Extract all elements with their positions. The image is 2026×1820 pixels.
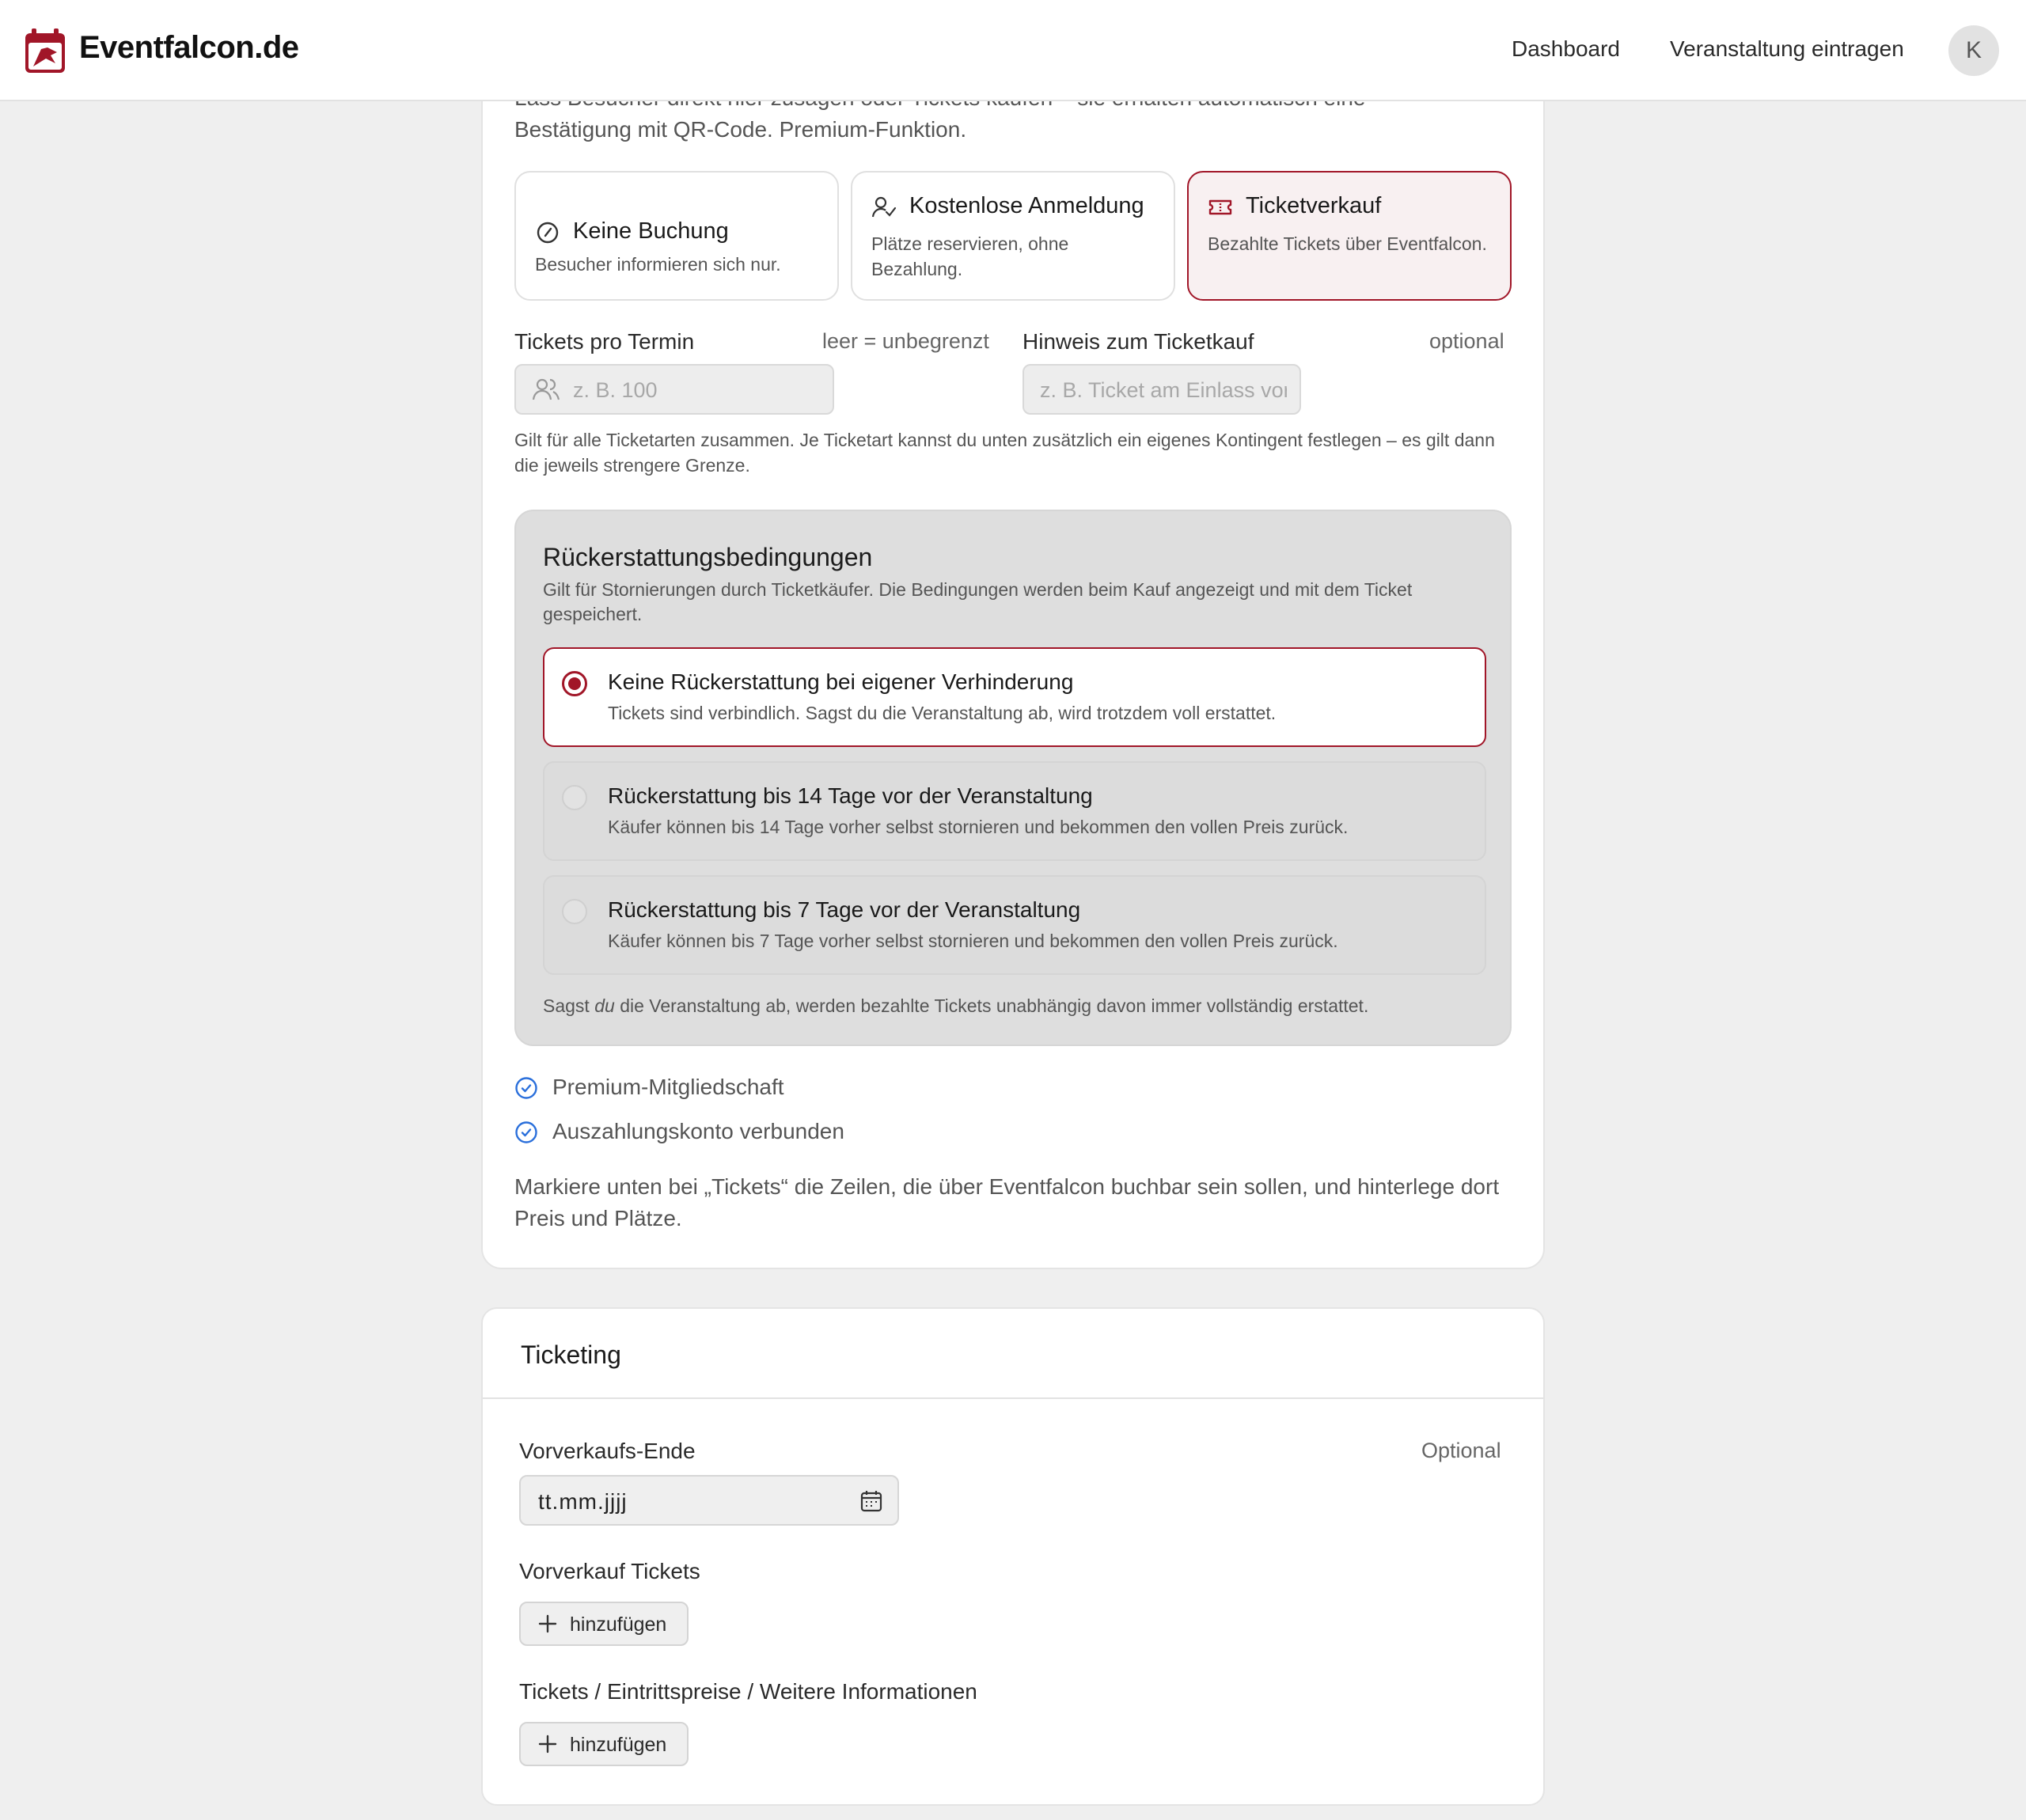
- ticket-note-placeholder: z. B. Ticket am Einlass vorzeigen: [1040, 378, 1287, 402]
- tickets-per-date-input[interactable]: z. B. 100: [514, 364, 834, 415]
- refund-footnote: Sagst du die Veranstaltung ab, werden be…: [543, 995, 1369, 1016]
- requirement-premium: Premium-Mitgliedschaft: [552, 1075, 784, 1099]
- tickets-prices-label: Tickets / Eintrittspreise / Weitere Info…: [519, 1679, 977, 1704]
- check-circle-icon: [515, 1121, 537, 1143]
- booking-option-none[interactable]: Keine Buchung Besucher informieren sich …: [514, 171, 839, 301]
- nav-add-event-link[interactable]: Veranstaltung eintragen: [1670, 36, 1904, 62]
- booking-option-free-registration[interactable]: Kostenlose Anmeldung Plätze reservieren,…: [851, 171, 1175, 301]
- refund-conditions-subtitle: Gilt für Stornierungen durch Ticketkäufe…: [543, 579, 1413, 624]
- user-avatar[interactable]: K: [1948, 25, 1999, 76]
- refund-conditions-panel: Rückerstattungsbedingungen Gilt für Stor…: [514, 510, 1512, 1046]
- booking-option-ticket-sale[interactable]: Ticketverkauf Bezahlte Tickets über Even…: [1187, 171, 1512, 301]
- presale-end-date-input[interactable]: tt.mm.jjjj: [519, 1475, 899, 1526]
- calendar-falcon-logo-icon[interactable]: [24, 27, 66, 74]
- tickets-per-date-label: Tickets pro Termin: [514, 329, 695, 354]
- presale-tickets-label: Vorverkauf Tickets: [519, 1559, 700, 1583]
- top-navigation-bar: Eventfalcon.de Dashboard Veranstaltung e…: [0, 0, 2026, 101]
- tickets-per-date-aside: leer = unbegrenzt: [822, 329, 989, 353]
- add-button-label: hinzufügen: [570, 1734, 667, 1756]
- add-ticket-price-button[interactable]: hinzufügen: [519, 1722, 689, 1766]
- check-circle-icon: [515, 1077, 537, 1099]
- booking-option-title: Kostenlose Anmeldung: [909, 193, 1144, 218]
- booking-option-title: Keine Buchung: [573, 218, 729, 244]
- users-icon: [532, 378, 560, 400]
- refund-option-title: Rückerstattung bis 7 Tage vor der Verans…: [608, 897, 1081, 922]
- plus-icon: [538, 1735, 557, 1754]
- radio-unselected[interactable]: [562, 899, 587, 924]
- plus-icon: [538, 1614, 557, 1633]
- booking-intro-line2: Bestätigung mit QR-Code. Premium-Funktio…: [514, 117, 967, 142]
- add-button-label: hinzufügen: [570, 1613, 667, 1636]
- ticket-quota-hint: Gilt für alle Ticketarten zusammen. Je T…: [514, 430, 1495, 476]
- booking-option-title: Ticketverkauf: [1246, 193, 1382, 218]
- ticket-icon: [1208, 199, 1232, 215]
- add-presale-ticket-button[interactable]: hinzufügen: [519, 1602, 689, 1646]
- refund-option-no-refund[interactable]: Keine Rückerstattung bei eigener Verhind…: [543, 647, 1486, 747]
- refund-option-desc: Käufer können bis 7 Tage vorher selbst s…: [608, 931, 1338, 951]
- calendar-icon[interactable]: [859, 1489, 883, 1513]
- refund-option-14-days[interactable]: Rückerstattung bis 14 Tage vor der Veran…: [543, 761, 1486, 861]
- refund-option-desc: Käufer können bis 14 Tage vorher selbst …: [608, 817, 1349, 837]
- ticket-instruction-text: Markiere unten bei „Tickets“ die Zeilen,…: [514, 1174, 1500, 1230]
- booking-option-desc: Plätze reservieren, ohne Bezahlung.: [871, 233, 1069, 279]
- nav-dashboard-link[interactable]: Dashboard: [1512, 36, 1620, 62]
- ticketing-title: Ticketing: [521, 1340, 621, 1369]
- divider: [483, 1397, 1543, 1399]
- ticket-note-label: Hinweis zum Ticketkauf: [1022, 329, 1254, 354]
- presale-end-aside: Optional: [1421, 1439, 1501, 1462]
- brand-name[interactable]: Eventfalcon.de: [79, 30, 299, 66]
- radio-unselected[interactable]: [562, 785, 587, 810]
- ticket-note-input[interactable]: z. B. Ticket am Einlass vorzeigen: [1022, 364, 1301, 415]
- tickets-per-date-placeholder: z. B. 100: [573, 378, 658, 402]
- refund-option-title: Keine Rückerstattung bei eigener Verhind…: [608, 669, 1074, 694]
- booking-option-desc: Bezahlte Tickets über Eventfalcon.: [1208, 233, 1487, 254]
- presale-end-label: Vorverkaufs-Ende: [519, 1439, 696, 1463]
- ticket-note-aside: optional: [1429, 329, 1504, 353]
- user-check-icon: [871, 196, 897, 218]
- requirement-payout-account: Auszahlungskonto verbunden: [552, 1119, 844, 1143]
- radio-selected[interactable]: [562, 671, 587, 696]
- booking-option-desc: Besucher informieren sich nur.: [535, 254, 781, 275]
- circle-slash-icon: [537, 222, 559, 244]
- refund-option-desc: Tickets sind verbindlich. Sagst du die V…: [608, 703, 1277, 723]
- refund-conditions-title: Rückerstattungsbedingungen: [543, 543, 873, 571]
- refund-option-7-days[interactable]: Rückerstattung bis 7 Tage vor der Verans…: [543, 875, 1486, 975]
- refund-option-title: Rückerstattung bis 14 Tage vor der Veran…: [608, 783, 1093, 808]
- date-input-value: tt.mm.jjjj: [538, 1489, 628, 1514]
